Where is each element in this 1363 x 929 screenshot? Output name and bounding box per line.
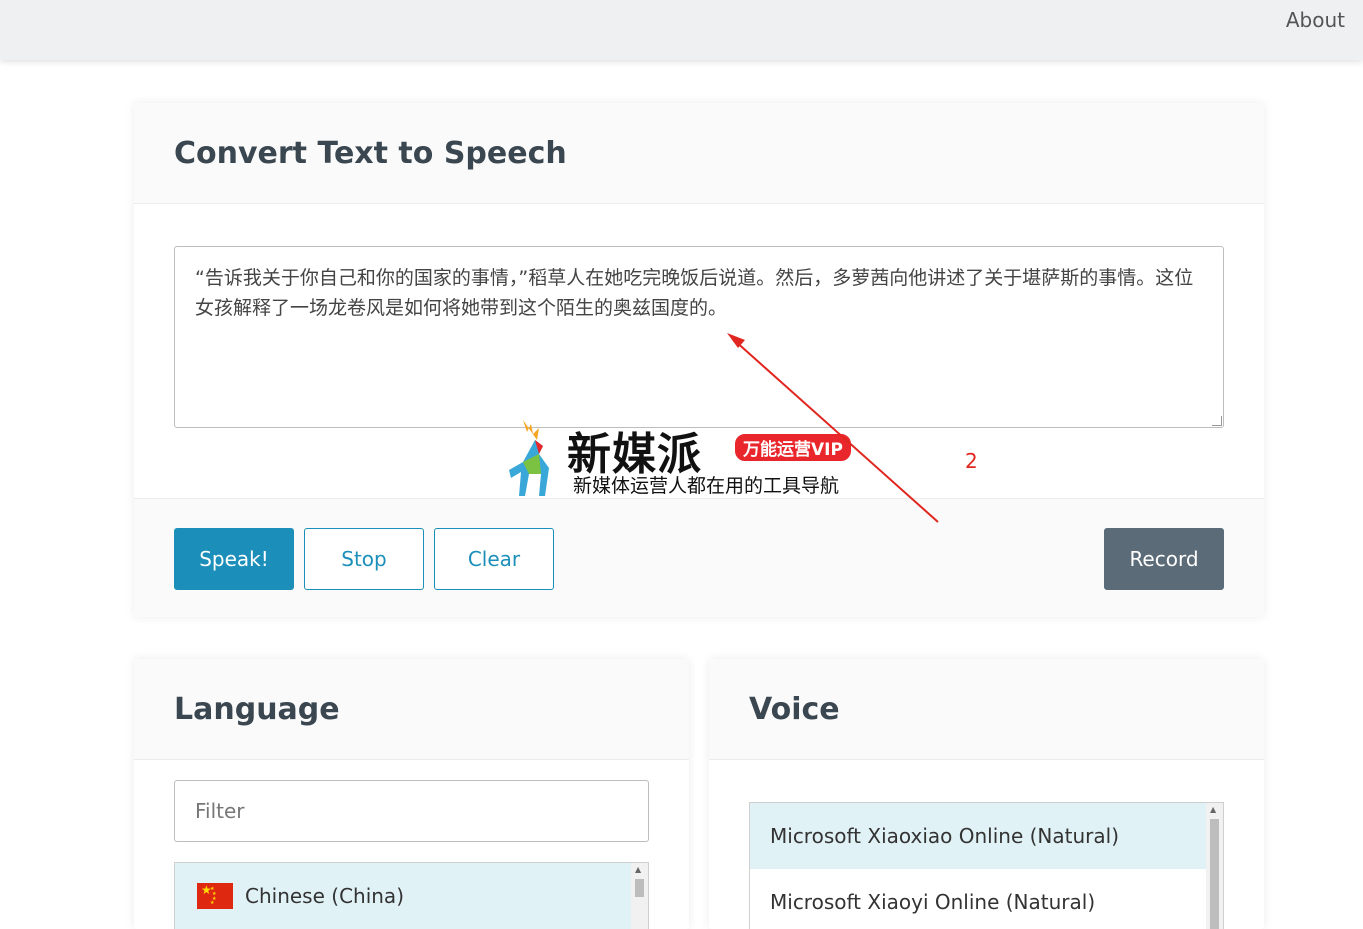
language-item-label: Chinese (China)	[245, 884, 404, 908]
resize-handle-icon[interactable]	[1212, 416, 1222, 426]
voice-card: Voice Microsoft Xiaoxiao Online (Natural…	[709, 659, 1264, 929]
watermark-logo: 新媒派 万能运营VIP 新媒体运营人都在用的工具导航	[505, 418, 865, 500]
language-card: Language ★★★★★ Chinese (China) ▲	[134, 659, 689, 929]
watermark-badge: 万能运营VIP	[733, 432, 853, 463]
tts-card-footer: Speak! Stop Clear Record	[134, 498, 1264, 617]
scroll-up-arrow-icon[interactable]: ▲	[635, 865, 641, 874]
page-title: Convert Text to Speech	[174, 135, 567, 171]
voice-list[interactable]: Microsoft Xiaoxiao Online (Natural) Micr…	[749, 802, 1224, 929]
watermark-slogan: 新媒体运营人都在用的工具导航	[573, 475, 840, 497]
china-flag-icon: ★ ★ ★ ★ ★	[197, 883, 233, 909]
language-item-chinese-china[interactable]: ★ ★ ★ ★ ★ Chinese (China)	[175, 863, 631, 929]
voice-list-scrollbar[interactable]: ▲	[1206, 803, 1223, 929]
language-list-scrollbar[interactable]: ▲	[631, 863, 648, 929]
language-filter-input[interactable]	[174, 780, 649, 842]
record-button[interactable]: Record	[1104, 528, 1224, 590]
stop-button[interactable]: Stop	[304, 528, 424, 590]
voice-item-xiaoxiao[interactable]: Microsoft Xiaoxiao Online (Natural)	[750, 803, 1206, 869]
voice-title: Voice	[749, 691, 840, 727]
scroll-up-arrow-icon[interactable]: ▲	[1210, 805, 1216, 814]
language-card-header: Language	[134, 659, 689, 760]
text-input[interactable]: “告诉我关于你自己和你的国家的事情，”稻草人在她吃完晚饭后说道。然后，多萝茜向他…	[174, 246, 1224, 428]
clear-button[interactable]: Clear	[434, 528, 554, 590]
deer-logo-icon	[509, 420, 549, 496]
tts-card-header: Convert Text to Speech	[134, 103, 1264, 204]
scroll-thumb[interactable]	[635, 879, 644, 897]
annotation-number: 2	[965, 449, 978, 473]
language-list[interactable]: ★ ★ ★ ★ ★ Chinese (China) ▲	[174, 862, 649, 929]
scroll-thumb[interactable]	[1210, 819, 1219, 929]
tts-card: Convert Text to Speech “告诉我关于你自己和你的国家的事情…	[134, 103, 1264, 617]
language-title: Language	[174, 691, 340, 727]
voice-item-xiaoyi[interactable]: Microsoft Xiaoyi Online (Natural)	[750, 869, 1206, 929]
top-navbar: About	[0, 0, 1363, 60]
about-link[interactable]: About	[1286, 8, 1345, 32]
voice-card-header: Voice	[709, 659, 1264, 760]
speak-button[interactable]: Speak!	[174, 528, 294, 590]
